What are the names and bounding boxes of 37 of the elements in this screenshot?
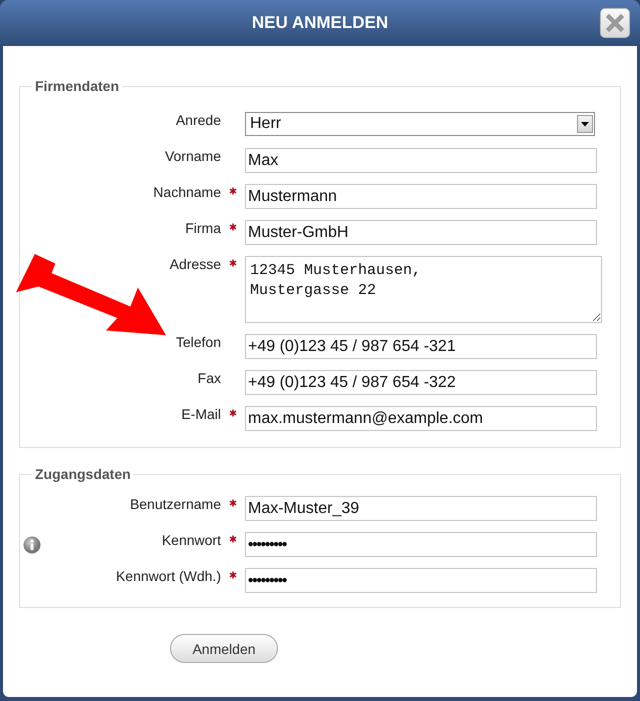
input-field[interactable]: Mustermann	[245, 184, 597, 209]
asterisk-icon	[229, 187, 237, 195]
field-label: Nachname	[153, 184, 221, 200]
field-label: E-Mail	[181, 406, 221, 422]
asterisk-icon	[229, 571, 237, 579]
field-label: Kennwort (Wdh.)	[116, 568, 221, 584]
input-field[interactable]: Muster-GmbH	[245, 220, 597, 245]
input-field[interactable]: Max-Muster_39	[245, 496, 597, 521]
asterisk-icon	[229, 259, 237, 267]
input-field[interactable]: max.mustermann@example.com	[245, 406, 597, 431]
field-label: Benutzername	[130, 496, 221, 512]
submit-button[interactable]: Anmelden	[170, 634, 278, 663]
input-field[interactable]: +49 (0)123 45 / 987 654 -322	[245, 370, 597, 395]
asterisk-icon	[229, 499, 237, 507]
field-label: Anrede	[176, 112, 221, 128]
password-field[interactable]: •••••••••	[245, 532, 597, 557]
asterisk-icon	[229, 409, 237, 417]
field-label: Adresse	[170, 256, 221, 272]
close-button[interactable]	[600, 8, 630, 38]
field-label: Kennwort	[162, 532, 221, 548]
input-field[interactable]: +49 (0)123 45 / 987 654 -321	[245, 334, 597, 359]
caret-icon	[581, 122, 589, 126]
window-title: NEU ANMELDEN	[252, 13, 388, 33]
field-label: Vorname	[164, 148, 221, 164]
field-label: Fax	[198, 370, 221, 386]
input-field[interactable]: Max	[245, 148, 597, 173]
field-label: Telefon	[176, 334, 221, 350]
close-icon	[606, 14, 624, 32]
text-area[interactable]: 12345 Musterhausen, Mustergasse 22	[245, 256, 602, 323]
asterisk-icon	[229, 535, 237, 543]
field-label: Firma	[185, 220, 221, 236]
select-field[interactable]: Herr	[245, 112, 595, 136]
asterisk-icon	[229, 223, 237, 231]
password-field[interactable]: •••••••••	[245, 568, 597, 593]
section-legend: Zugangsdaten	[32, 466, 134, 482]
info-icon	[23, 536, 41, 554]
section-legend: Firmendaten	[32, 78, 122, 94]
